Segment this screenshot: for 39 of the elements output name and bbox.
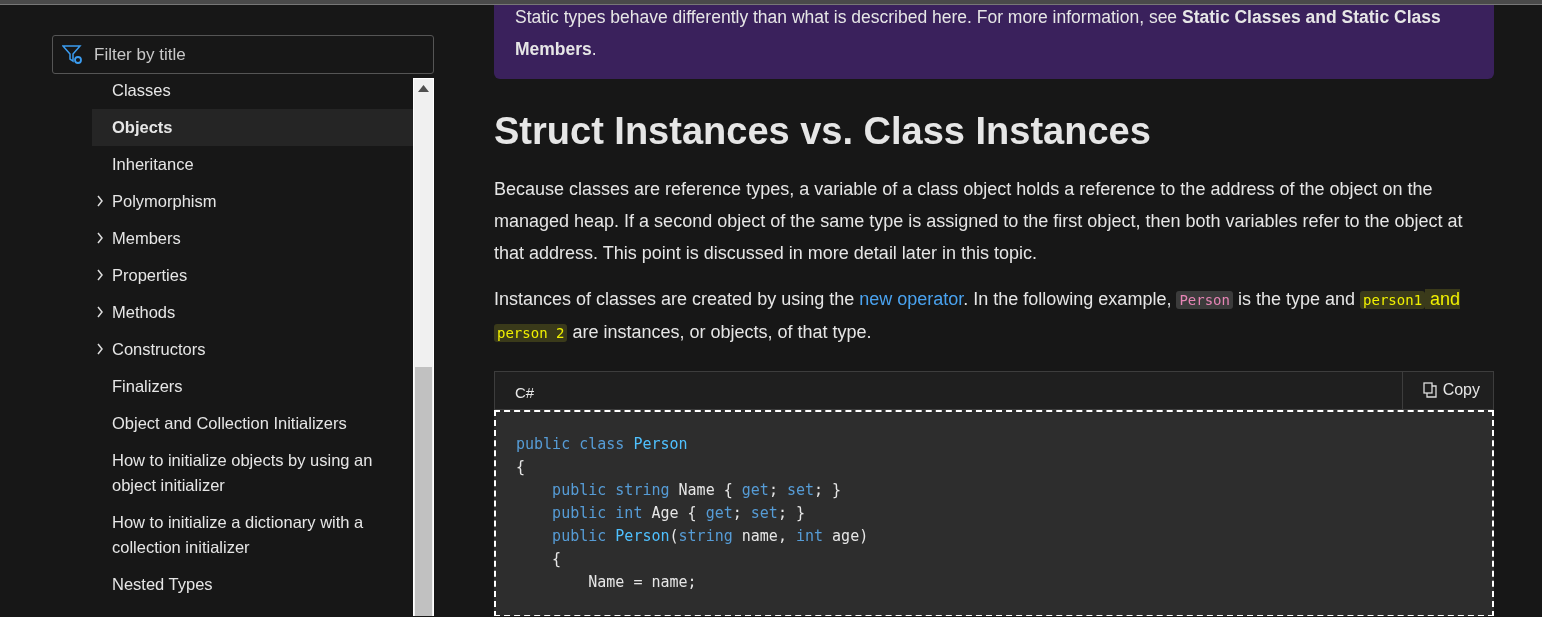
link[interactable]: new operator bbox=[859, 288, 964, 309]
code-line: { bbox=[551, 548, 563, 570]
chevron-right-icon bbox=[96, 306, 105, 318]
copy-button[interactable]: Copy bbox=[1401, 371, 1493, 409]
code-line: Name = name; bbox=[587, 571, 698, 593]
toc-item[interactable]: Inheritance bbox=[92, 146, 413, 183]
paragraph: Because classes are reference types, a variable of a class object holds a reference to the address of the object on the managed heap. If a second object of the same type is assigned to the first object, then both variables refer to the object at that address. This point is discussed in more detail later in this topic. bbox=[494, 177, 1464, 265]
scroll-up-icon[interactable] bbox=[418, 85, 429, 92]
chevron-right-icon bbox=[96, 232, 105, 244]
filter-icon bbox=[62, 44, 84, 65]
toc-item[interactable]: Nested Types bbox=[92, 566, 413, 603]
chevron-right-icon bbox=[96, 343, 105, 355]
toc-item[interactable]: Methods bbox=[92, 294, 413, 331]
toc-item[interactable]: Members bbox=[92, 220, 413, 257]
filter-field[interactable]: Filter by title bbox=[52, 35, 434, 74]
toc-item[interactable]: Polymorphism bbox=[92, 183, 413, 220]
scrollbar-thumb[interactable] bbox=[415, 367, 432, 616]
code-line: public int Age { get; set; } bbox=[551, 502, 806, 524]
toc-item[interactable]: Object and Collection Initializers bbox=[92, 405, 413, 442]
scrollbar[interactable] bbox=[413, 78, 434, 616]
filter-input[interactable]: Filter by title bbox=[92, 40, 433, 69]
chevron-right-icon bbox=[96, 269, 105, 281]
copy-icon bbox=[1422, 382, 1437, 399]
toc-item[interactable]: Constructors bbox=[92, 331, 413, 368]
code-line: public string Name { get; set; } bbox=[551, 479, 843, 501]
code-line: public Person(string name, int age) bbox=[551, 525, 870, 547]
section-heading: Struct Instances vs. Class Instances bbox=[494, 109, 1152, 154]
code-line: { bbox=[516, 456, 527, 478]
toc-item[interactable]: Properties bbox=[92, 257, 413, 294]
toc-item[interactable]: How to initialize objects by using an object initializer bbox=[92, 442, 413, 504]
note-text: Static types behave differently than what is described here. For more information, see Static Classes and Static Class Members. bbox=[494, 5, 1494, 79]
code-line: public class Person bbox=[516, 433, 689, 455]
chevron-right-icon bbox=[96, 195, 105, 207]
toc-item[interactable]: Objects bbox=[92, 109, 413, 146]
paragraph: Instances of classes are created by using the new operator. In the following example, Person is the type and person1 and person 2 are instances, or objects, of that type. bbox=[494, 287, 1462, 344]
toc-item[interactable]: How to initialize a dictionary with a collection initializer bbox=[92, 504, 413, 566]
toc-item[interactable]: Classes bbox=[92, 78, 413, 109]
toc-item[interactable]: Finalizers bbox=[92, 368, 413, 405]
language-label: C# bbox=[514, 382, 536, 403]
